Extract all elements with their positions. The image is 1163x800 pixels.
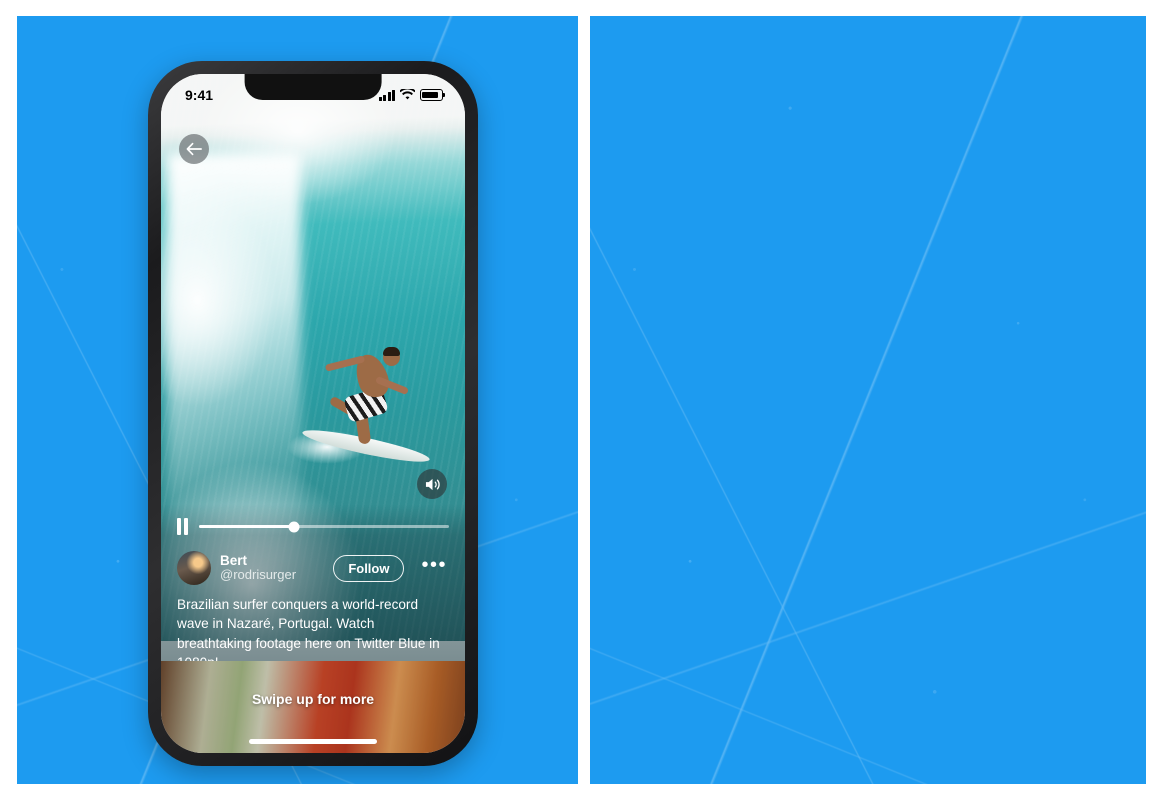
notch	[244, 74, 382, 100]
screenshot-root: 9:41 Bert @rodrisurger Follow ••• Brazil…	[0, 0, 1163, 800]
author-handle[interactable]: @rodrisurger	[220, 568, 324, 583]
right-panel: 9:41	[590, 16, 1146, 784]
phone-mockup-left: 9:41 Bert @rodrisurger Follow ••• Brazil…	[148, 61, 478, 766]
swipe-up-label: Swipe up for more	[251, 691, 375, 707]
author-name[interactable]: Bert	[220, 553, 324, 568]
more-horizontal-icon[interactable]: •••	[413, 555, 449, 577]
follow-button[interactable]: Follow	[333, 554, 405, 582]
arrow-left-icon	[186, 142, 202, 156]
status-time: 9:41	[185, 87, 214, 103]
speaker-on-icon	[425, 478, 440, 490]
back-button[interactable]	[179, 134, 209, 164]
pause-icon[interactable]	[177, 518, 188, 535]
video-screen: 9:41 Bert @rodrisurger Follow ••• Brazil…	[161, 74, 465, 753]
scrubber-knob[interactable]	[288, 521, 300, 532]
avatar[interactable]	[177, 551, 211, 585]
signal-bars-icon	[378, 89, 395, 101]
home-indicator	[249, 739, 377, 744]
player-controls	[177, 518, 449, 535]
wifi-icon	[400, 89, 415, 100]
battery-icon	[420, 89, 446, 101]
video-author-row: Bert @rodrisurger Follow •••	[177, 551, 449, 585]
panel-texture	[590, 16, 1146, 784]
progress-scrubber[interactable]	[198, 521, 449, 532]
left-panel: 9:41 Bert @rodrisurger Follow ••• Brazil…	[17, 16, 578, 784]
surfer-figure	[287, 344, 432, 468]
sound-toggle-button[interactable]	[417, 469, 447, 499]
video-overlay: Bert @rodrisurger Follow ••• Brazilian s…	[161, 504, 465, 704]
